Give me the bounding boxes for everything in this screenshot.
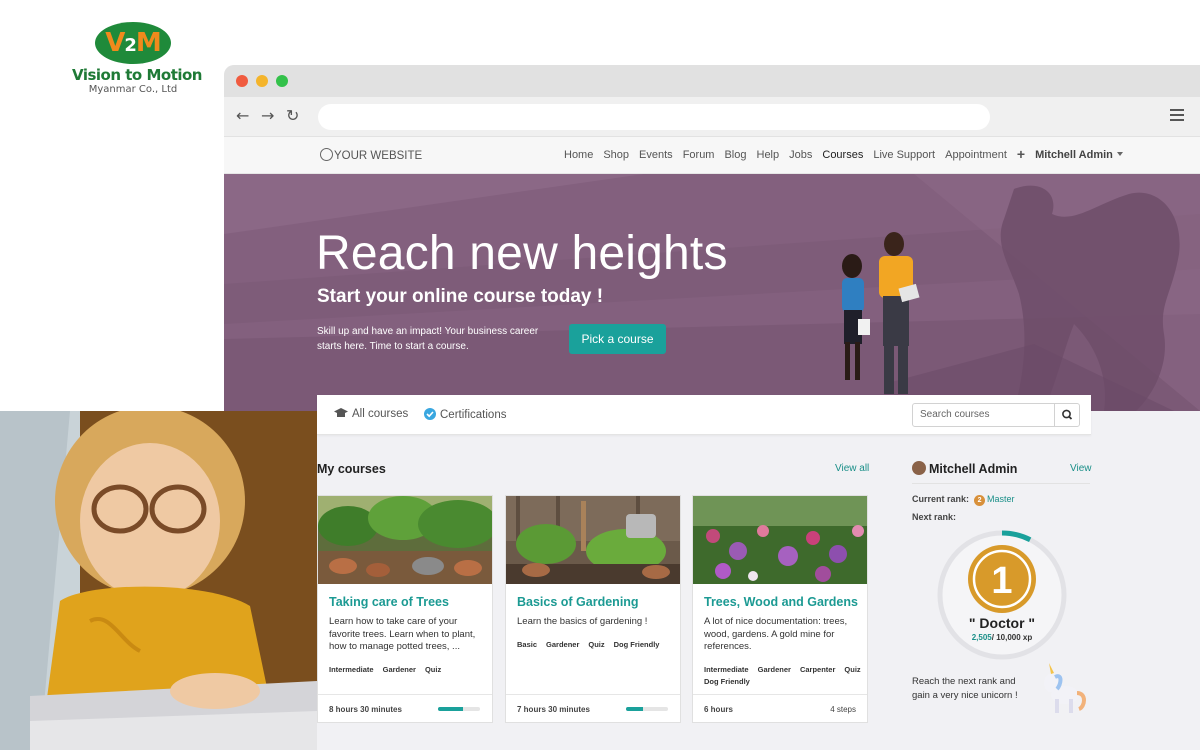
search-icon (1062, 409, 1073, 420)
globe-icon (320, 148, 333, 161)
student-photo (0, 411, 317, 750)
course-image-trees (318, 496, 492, 584)
course-duration: 7 hours 30 minutes (517, 705, 590, 714)
browser-toolbar: ← → ↻ (224, 97, 1200, 137)
course-progress-bar (438, 707, 480, 711)
forward-arrow-icon[interactable]: → (261, 106, 274, 125)
next-rank-name: " Doctor " (968, 615, 1036, 631)
course-tag[interactable]: Gardener (546, 640, 579, 649)
course-title[interactable]: Trees, Wood and Gardens (704, 595, 858, 609)
browser-menu-icon[interactable] (1170, 109, 1184, 124)
hero-banner: Reach new heights Start your online cour… (224, 174, 1200, 411)
view-all-link[interactable]: View all (835, 463, 869, 474)
course-tag[interactable]: Quiz (588, 640, 604, 649)
menu-item-forum[interactable]: Forum (683, 149, 715, 161)
logo-mark: V2M (95, 22, 171, 64)
hero-subtitle: Start your online course today ! (317, 286, 604, 307)
menu-item-live-support[interactable]: Live Support (873, 149, 935, 161)
logo-name: Vision to Motion (72, 66, 203, 84)
course-tags: Intermediate Gardener Quiz (329, 665, 487, 674)
promo-canvas: V2M Vision to Motion Myanmar Co., Ltd ← … (0, 0, 1200, 750)
course-tags: Basic Gardener Quiz Dog Friendly (517, 640, 675, 649)
verified-badge-icon (424, 408, 436, 420)
menu-item-shop[interactable]: Shop (603, 149, 629, 161)
course-title[interactable]: Basics of Gardening (517, 595, 639, 609)
search-button[interactable] (1054, 404, 1079, 426)
course-tag[interactable]: Carpenter (800, 665, 835, 674)
minimize-window-dot[interactable] (256, 75, 268, 87)
course-tabs-bar: All courses Certifications Search course… (317, 395, 1091, 435)
company-logo: V2M Vision to Motion Myanmar Co., Ltd (72, 22, 203, 95)
menu-item-appointment[interactable]: Appointment (945, 149, 1007, 161)
hero-text: Skill up and have an impact! Your busine… (317, 326, 539, 352)
menu-item-help[interactable]: Help (757, 149, 780, 161)
divider (912, 483, 1090, 484)
current-rank-name[interactable]: Master (987, 494, 1015, 504)
address-bar[interactable] (318, 104, 990, 130)
avatar (912, 461, 926, 475)
menu-item-blog[interactable]: Blog (724, 149, 746, 161)
course-image-gardening (506, 496, 680, 584)
course-footer: 8 hours 30 minutes (318, 694, 492, 722)
xp-progress: 2,505/ 10,000 xp (971, 633, 1033, 642)
course-footer: 6 hours 4 steps (693, 694, 867, 722)
next-rank-number: 1 (991, 560, 1012, 602)
site-header: YOUR WEBSITE Home Shop Events Forum Blog… (224, 137, 1200, 174)
course-footer: 7 hours 30 minutes (506, 694, 680, 722)
reload-icon[interactable]: ↻ (286, 106, 299, 125)
close-window-dot[interactable] (236, 75, 248, 87)
unicorn-icon (1044, 663, 1086, 713)
course-steps: 4 steps (830, 705, 856, 714)
menu-item-courses[interactable]: Courses (822, 149, 863, 161)
course-duration: 6 hours (704, 705, 733, 714)
course-tag[interactable]: Intermediate (329, 665, 374, 674)
back-arrow-icon[interactable]: ← (236, 106, 249, 125)
profile-view-link[interactable]: View (1070, 463, 1092, 474)
maximize-window-dot[interactable] (276, 75, 288, 87)
tab-all-courses[interactable]: All courses (334, 408, 408, 420)
course-tag[interactable]: Gardener (758, 665, 791, 674)
course-tag[interactable]: Intermediate (704, 665, 749, 674)
menu-item-jobs[interactable]: Jobs (789, 149, 812, 161)
course-tag[interactable]: Basic (517, 640, 537, 649)
search-courses-input[interactable]: Search courses (912, 403, 1080, 427)
course-tag[interactable]: Dog Friendly (614, 640, 660, 649)
course-card[interactable]: Basics of Gardening Learn the basics of … (505, 495, 681, 723)
search-placeholder: Search courses (920, 409, 990, 420)
tab-certifications[interactable]: Certifications (424, 408, 506, 421)
course-image-flowers (693, 496, 867, 584)
graduation-cap-icon (334, 408, 348, 417)
logo-subtitle: Myanmar Co., Ltd (88, 84, 178, 95)
course-tag[interactable]: Dog Friendly (704, 677, 750, 686)
current-rank: Current rank: 2 Master (912, 494, 1015, 506)
profile-name[interactable]: Mitchell Admin (912, 461, 1017, 476)
site-menu: Home Shop Events Forum Blog Help Jobs Co… (564, 147, 1123, 161)
course-title[interactable]: Taking care of Trees (329, 595, 449, 609)
add-icon[interactable]: + (1017, 147, 1025, 161)
site-brand[interactable]: YOUR WEBSITE (320, 148, 422, 162)
course-description: A lot of nice documentation: trees, wood… (704, 616, 848, 652)
browser-titlebar (224, 65, 1200, 97)
menu-item-events[interactable]: Events (639, 149, 673, 161)
rank-medal-icon: 2 (974, 495, 986, 506)
course-progress-bar (626, 707, 668, 711)
course-card[interactable]: Trees, Wood and Gardens A lot of nice do… (692, 495, 868, 723)
menu-item-home[interactable]: Home (564, 149, 593, 161)
next-rank-label: Next rank: (912, 512, 957, 522)
my-courses-heading: My courses (317, 462, 386, 476)
course-description: Learn the basics of gardening ! (517, 616, 648, 627)
course-card[interactable]: Taking care of Trees Learn how to take c… (317, 495, 493, 723)
hero-title: Reach new heights (316, 227, 728, 280)
course-tags: Intermediate Gardener Carpenter Quiz Dog… (704, 665, 862, 686)
browser-window: ← → ↻ YOUR WEBSITE Home Shop Events Foru… (224, 65, 1200, 750)
course-duration: 8 hours 30 minutes (329, 705, 402, 714)
course-tag[interactable]: Quiz (844, 665, 860, 674)
unicorn-reward-text: Reach the next rank and gain a very nice… (912, 676, 1018, 701)
user-menu[interactable]: Mitchell Admin (1035, 149, 1123, 161)
pick-course-button[interactable]: Pick a course (569, 324, 666, 354)
course-tag[interactable]: Quiz (425, 665, 441, 674)
caret-down-icon (1116, 152, 1123, 156)
course-description: Learn how to take care of your favorite … (329, 616, 476, 652)
course-tag[interactable]: Gardener (383, 665, 416, 674)
